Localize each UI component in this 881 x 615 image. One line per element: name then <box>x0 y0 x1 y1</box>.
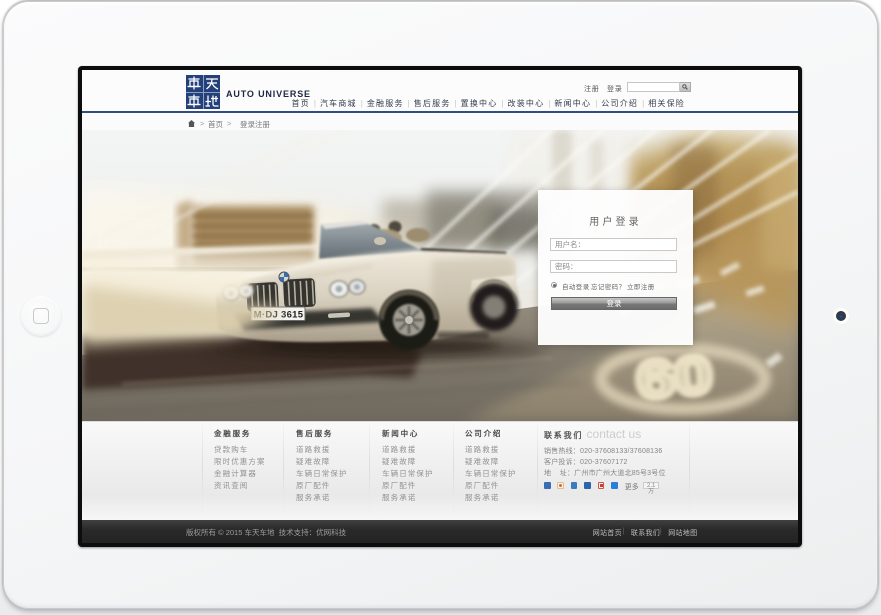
svg-text:60: 60 <box>634 345 715 411</box>
